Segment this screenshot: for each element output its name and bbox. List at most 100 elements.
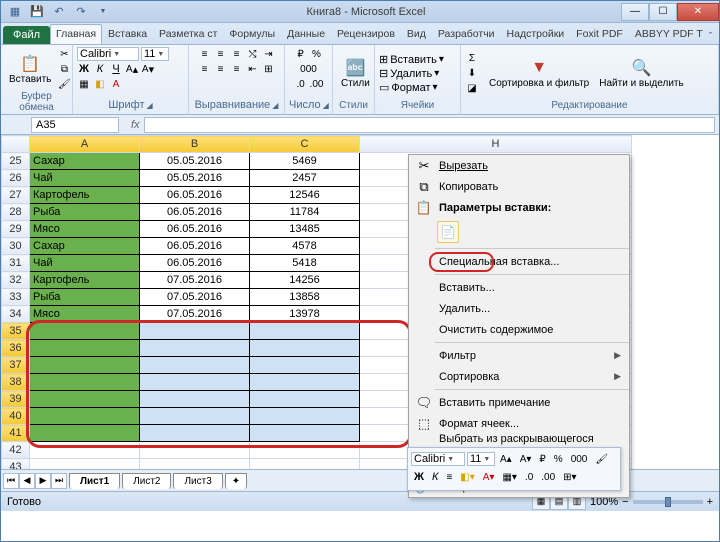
tab-data[interactable]: Данные [281, 24, 331, 44]
sort-filter-button[interactable]: ▼ Сортировка и фильтр [485, 56, 593, 91]
cell[interactable]: 06.05.2016 [140, 221, 250, 238]
comma-icon[interactable]: 000 [302, 62, 316, 76]
close-button[interactable]: ✕ [677, 3, 719, 21]
cell[interactable] [250, 442, 360, 459]
cell[interactable]: 05.05.2016 [140, 153, 250, 170]
inc-decimal-icon[interactable]: .0 [294, 77, 308, 91]
select-all-corner[interactable] [2, 136, 30, 153]
mini-format-painter-icon[interactable]: 🖌 [592, 451, 611, 467]
mini-italic-icon[interactable]: К [429, 469, 441, 485]
tab-review[interactable]: Рецензиров [331, 24, 401, 44]
row-header[interactable]: 32 [2, 272, 30, 289]
row-header[interactable]: 27 [2, 187, 30, 204]
row-header[interactable]: 41 [2, 425, 30, 442]
mini-fontcolor-icon[interactable]: A▾ [480, 469, 498, 485]
merge-icon[interactable]: ⊞ [262, 62, 276, 76]
cell[interactable]: 11784 [250, 204, 360, 221]
mini-currency-icon[interactable]: ₽ [536, 451, 548, 467]
cell[interactable]: 07.05.2016 [140, 272, 250, 289]
align-top-icon[interactable]: ≡ [198, 47, 212, 61]
cell[interactable] [30, 442, 140, 459]
mini-align-icon[interactable]: ≡ [443, 469, 455, 485]
mini-size-combo[interactable]: 11▼ [467, 452, 495, 466]
tab-foxit[interactable]: Foxit PDF [570, 24, 629, 44]
cell[interactable] [140, 442, 250, 459]
cell[interactable]: 07.05.2016 [140, 306, 250, 323]
row-header[interactable]: 28 [2, 204, 30, 221]
tab-nav-last[interactable]: ⏭ [51, 473, 67, 489]
align-bot-icon[interactable]: ≡ [230, 47, 244, 61]
cell[interactable]: 06.05.2016 [140, 238, 250, 255]
redo-icon[interactable]: ↷ [73, 4, 89, 20]
row-header[interactable]: 43 [2, 459, 30, 470]
zoom-in-button[interactable]: + [707, 496, 713, 508]
italic-icon[interactable]: К [93, 62, 107, 76]
sheet-tab-1[interactable]: Лист1 [69, 473, 120, 489]
ctx-paste-option[interactable]: 📄 [409, 218, 629, 246]
ctx-copy[interactable]: ⧉Копировать [409, 176, 629, 197]
tab-layout[interactable]: Разметка ст [153, 24, 223, 44]
tab-abbyy[interactable]: ABBYY PDF T [629, 24, 709, 44]
row-header[interactable]: 31 [2, 255, 30, 272]
shrink-font-icon[interactable]: A▾ [141, 62, 155, 76]
mini-merge-icon[interactable]: ⊞▾ [560, 469, 579, 485]
align-right-icon[interactable]: ≡ [230, 62, 244, 76]
cell-selected[interactable] [250, 323, 360, 340]
cell[interactable]: 5418 [250, 255, 360, 272]
cell-selected[interactable] [140, 374, 250, 391]
maximize-button[interactable]: ☐ [649, 3, 677, 21]
cell-selected[interactable] [140, 323, 250, 340]
mini-incdec-icon[interactable]: .0 [522, 469, 536, 485]
mini-shrink-icon[interactable]: A▾ [517, 451, 535, 467]
cell-selected[interactable] [250, 408, 360, 425]
font-color-icon[interactable]: A [109, 77, 123, 91]
ctx-filter[interactable]: Фильтр▶ [409, 345, 629, 366]
cell[interactable] [30, 459, 140, 470]
ctx-comment[interactable]: 🗨Вставить примечание [409, 392, 629, 413]
save-icon[interactable]: 💾 [29, 4, 45, 20]
cell[interactable]: 5469 [250, 153, 360, 170]
orientation-icon[interactable]: ⤭ [246, 47, 260, 61]
tab-developer[interactable]: Разработчи [432, 24, 501, 44]
cell[interactable]: Чай [30, 170, 140, 187]
cell[interactable] [250, 459, 360, 470]
minimize-button[interactable]: — [621, 3, 649, 21]
cell[interactable]: 06.05.2016 [140, 187, 250, 204]
find-select-button[interactable]: 🔍 Найти и выделить [595, 56, 687, 91]
row-header[interactable]: 34 [2, 306, 30, 323]
cut-icon[interactable]: ✂ [57, 47, 71, 61]
cell[interactable]: Чай [30, 255, 140, 272]
cell-selected[interactable] [30, 374, 140, 391]
tab-nav-first[interactable]: ⏮ [3, 473, 19, 489]
row-header[interactable]: 26 [2, 170, 30, 187]
mini-percent-icon[interactable]: % [551, 451, 566, 467]
row-header[interactable]: 42 [2, 442, 30, 459]
mini-decdec-icon[interactable]: .00 [538, 469, 558, 485]
border-icon[interactable]: ▦ [77, 77, 91, 91]
tab-home[interactable]: Главная [50, 24, 102, 44]
cell-selected[interactable] [250, 391, 360, 408]
currency-icon[interactable]: ₽ [294, 47, 308, 61]
row-header[interactable]: 38 [2, 374, 30, 391]
cells-insert-button[interactable]: ⊞Вставить ▾ [379, 53, 444, 66]
formula-bar[interactable] [144, 117, 715, 133]
align-mid-icon[interactable]: ≡ [214, 47, 228, 61]
cell[interactable]: 13858 [250, 289, 360, 306]
cells-delete-button[interactable]: ⊟Удалить ▾ [379, 67, 444, 80]
mini-grow-icon[interactable]: A▴ [497, 451, 515, 467]
fill-icon[interactable]: ⬇ [465, 67, 479, 81]
align-center-icon[interactable]: ≡ [214, 62, 228, 76]
font-name-combo[interactable]: Calibri▼ [77, 47, 139, 61]
cell-selected[interactable] [30, 323, 140, 340]
mini-font-combo[interactable]: Calibri▼ [411, 452, 465, 466]
cell-selected[interactable] [30, 425, 140, 442]
cell[interactable]: 06.05.2016 [140, 204, 250, 221]
row-header[interactable]: 33 [2, 289, 30, 306]
align-left-icon[interactable]: ≡ [198, 62, 212, 76]
ctx-insert[interactable]: Вставить... [409, 277, 629, 298]
cell-selected[interactable] [30, 391, 140, 408]
tab-view[interactable]: Вид [401, 24, 432, 44]
row-header[interactable]: 37 [2, 357, 30, 374]
cells-format-button[interactable]: ▭Формат ▾ [379, 81, 444, 94]
autosum-icon[interactable]: Σ [465, 52, 479, 66]
